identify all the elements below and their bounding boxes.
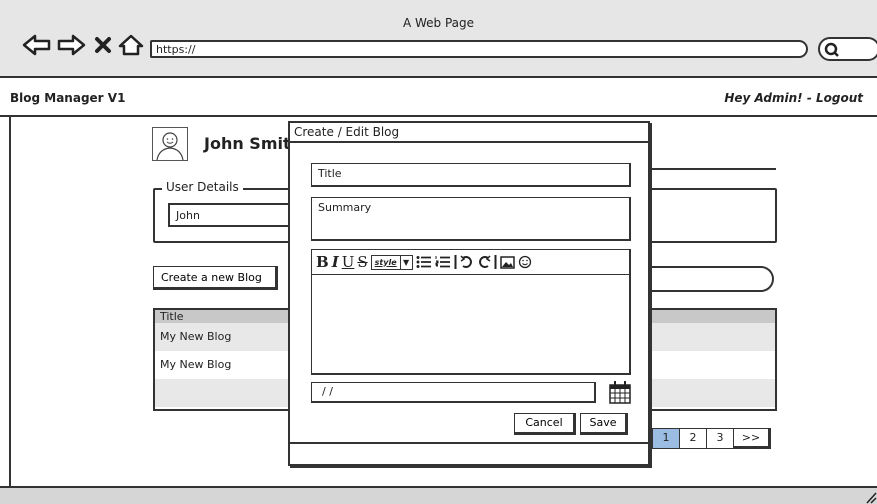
dialog-title: Create / Edit Blog (290, 123, 648, 143)
create-blog-button[interactable]: Create a new Blog (153, 266, 278, 290)
avatar (152, 127, 188, 161)
stop-icon[interactable] (93, 34, 113, 56)
page-3-button[interactable]: 3 (706, 428, 733, 449)
edit-blog-dialog: Create / Edit Blog Title Summary B I U S… (288, 121, 650, 466)
italic-button[interactable]: I (332, 252, 339, 272)
browser-chrome: A Web Page https:// (0, 0, 877, 78)
search-icon (824, 42, 839, 57)
url-input[interactable]: https:// (150, 40, 808, 58)
app-header: Blog Manager V1 Hey Admin! - Logout (0, 80, 877, 117)
emoji-icon[interactable] (518, 252, 532, 272)
separator-icon (454, 252, 457, 272)
insert-image-icon[interactable] (499, 252, 515, 272)
pagination: 1 2 3 >> (652, 428, 771, 449)
numbered-list-icon[interactable] (435, 252, 451, 272)
blog-search-input[interactable] (648, 266, 774, 292)
style-dropdown[interactable]: style ▼ (370, 254, 413, 270)
logout-link[interactable]: Hey Admin! - Logout (724, 91, 863, 105)
forward-arrow-icon[interactable] (56, 34, 86, 56)
page-1-button[interactable]: 1 (652, 428, 679, 449)
status-bar (0, 486, 877, 504)
back-arrow-icon[interactable] (22, 34, 52, 56)
strikethrough-button[interactable]: S (357, 252, 367, 272)
save-button[interactable]: Save (580, 413, 628, 435)
next-page-button[interactable]: >> (733, 428, 771, 449)
divider (630, 168, 776, 170)
bullet-list-icon[interactable] (416, 252, 432, 272)
page-2-button[interactable]: 2 (679, 428, 706, 449)
dialog-footer-divider (290, 442, 648, 444)
cancel-button[interactable]: Cancel (514, 413, 576, 435)
rich-text-editor[interactable]: B I U S style ▼ (311, 249, 631, 375)
redo-icon[interactable] (477, 252, 491, 272)
editor-toolbar: B I U S style ▼ (312, 250, 629, 275)
home-icon[interactable] (118, 34, 144, 56)
window-title: A Web Page (402, 16, 475, 30)
title-field[interactable]: Title (311, 163, 631, 187)
date-field[interactable]: / / (311, 382, 596, 403)
calendar-icon[interactable] (609, 380, 631, 408)
underline-button[interactable]: U (342, 252, 355, 272)
bold-button[interactable]: B (316, 252, 329, 272)
undo-icon[interactable] (460, 252, 474, 272)
style-dropdown-label: style (374, 257, 397, 267)
resize-handle-icon[interactable] (865, 490, 877, 504)
user-details-legend: User Details (162, 180, 243, 194)
app-name: Blog Manager V1 (10, 91, 126, 105)
summary-field[interactable]: Summary (311, 197, 631, 241)
separator-icon (494, 252, 497, 272)
browser-search-button[interactable] (818, 37, 877, 61)
chevron-down-icon: ▼ (399, 255, 412, 269)
first-name-field[interactable]: John (168, 203, 298, 227)
